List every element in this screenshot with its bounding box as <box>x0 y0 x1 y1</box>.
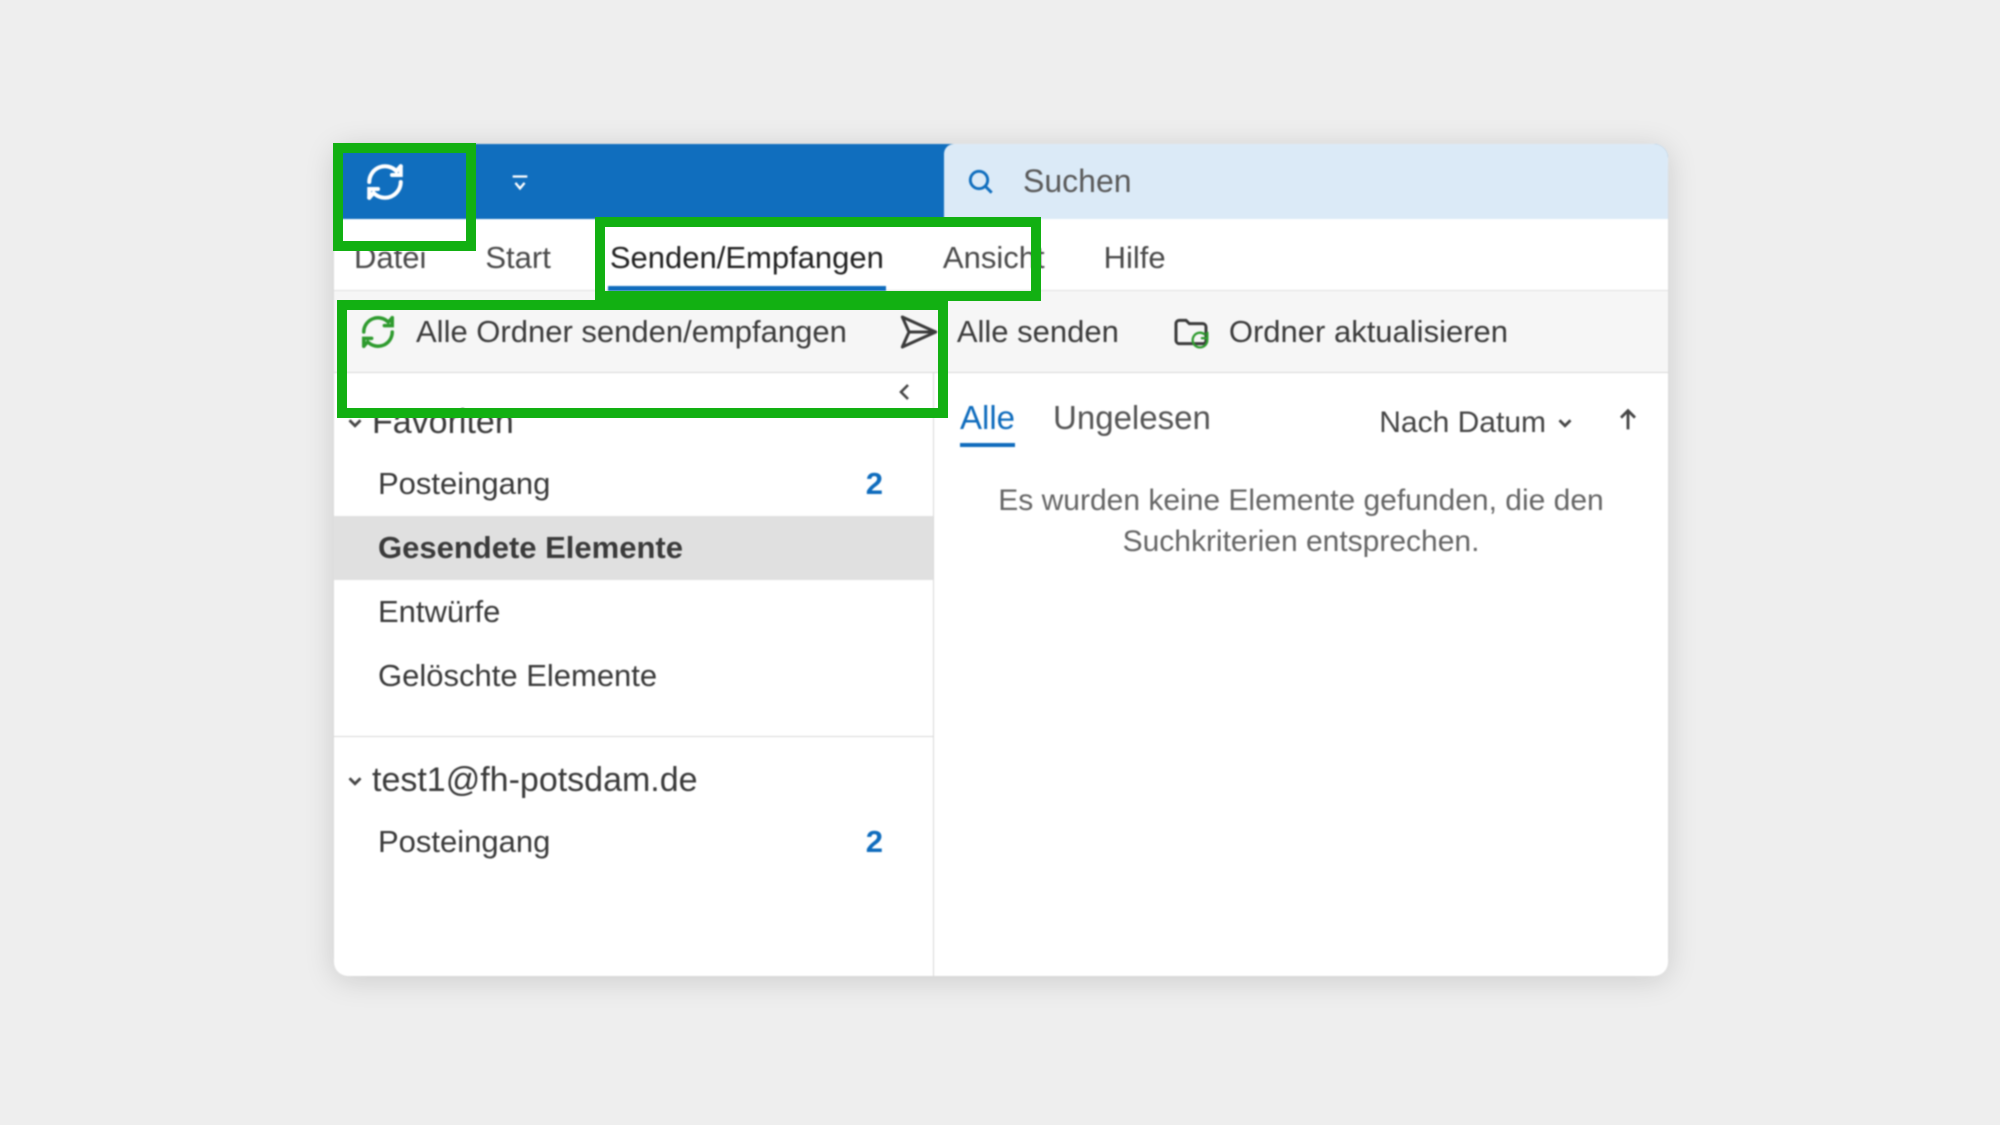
sync-icon <box>358 312 398 352</box>
ribbon-toolbar: Alle Ordner senden/empfangen Alle senden <box>334 291 1668 373</box>
empty-message: Es wurden keine Elemente gefunden, die d… <box>960 481 1642 562</box>
favorites-label: Favoriten <box>372 403 514 442</box>
folder-label: Posteingang <box>378 824 550 860</box>
filter-unread[interactable]: Ungelesen <box>1053 399 1211 447</box>
folder-label: Gesendete Elemente <box>378 530 683 566</box>
tab-ansicht[interactable]: Ansicht <box>941 226 1047 290</box>
tab-senden-empfangen[interactable]: Senden/Empfangen <box>608 226 886 290</box>
sort-dropdown[interactable]: Nach Datum <box>1379 406 1576 440</box>
search-placeholder: Suchen <box>1023 163 1132 200</box>
sort-direction-button[interactable] <box>1614 405 1642 442</box>
title-bar: Suchen <box>334 144 1668 219</box>
arrow-up-icon <box>1614 406 1642 434</box>
unread-count: 2 <box>866 466 883 502</box>
filter-all[interactable]: Alle <box>960 399 1015 447</box>
chevron-down-icon <box>1554 412 1576 434</box>
account-header[interactable]: test1@fh-potsdam.de <box>334 745 933 810</box>
send-all-label: Alle senden <box>957 314 1119 350</box>
send-all-button[interactable]: Alle senden <box>893 304 1125 360</box>
search-bar[interactable]: Suchen <box>944 144 1668 219</box>
empty-line-1: Es wurden keine Elemente gefunden, die d… <box>960 481 1642 522</box>
ribbon-tabs: Datei Start Senden/Empfangen Ansicht Hil… <box>334 219 1668 291</box>
chevron-down-icon <box>344 412 366 434</box>
sort-label: Nach Datum <box>1379 406 1546 440</box>
tab-start[interactable]: Start <box>483 226 552 290</box>
send-icon <box>899 312 939 352</box>
empty-line-2: Suchkriterien entsprechen. <box>960 522 1642 563</box>
folder-label: Gelöschte Elemente <box>378 658 657 694</box>
folder-inbox-account[interactable]: Posteingang 2 <box>334 810 933 874</box>
tab-datei[interactable]: Datei <box>352 226 428 290</box>
folder-nav: Favoriten Posteingang 2 Gesendete Elemen… <box>334 373 934 976</box>
folder-sent[interactable]: Gesendete Elemente <box>334 516 933 580</box>
search-icon <box>964 165 998 199</box>
tab-hilfe[interactable]: Hilfe <box>1102 226 1168 290</box>
folder-inbox[interactable]: Posteingang 2 <box>334 452 933 516</box>
outlook-window: Suchen Datei Start Senden/Empfangen Ansi… <box>334 144 1668 976</box>
title-bar-left <box>334 144 944 219</box>
body: Favoriten Posteingang 2 Gesendete Elemen… <box>334 373 1668 976</box>
favorites-header[interactable]: Favoriten <box>334 373 933 452</box>
folder-label: Entwürfe <box>378 594 500 630</box>
message-list-pane: Alle Ungelesen Nach Datum <box>934 373 1668 976</box>
collapse-nav-icon[interactable] <box>893 379 917 411</box>
sync-icon[interactable] <box>364 161 406 203</box>
send-receive-all-label: Alle Ordner senden/empfangen <box>416 314 847 350</box>
update-folder-button[interactable]: Ordner aktualisieren <box>1165 304 1514 360</box>
folder-label: Posteingang <box>378 466 550 502</box>
filter-row: Alle Ungelesen Nach Datum <box>960 399 1642 447</box>
folder-refresh-icon <box>1171 312 1211 352</box>
folder-drafts[interactable]: Entwürfe <box>334 580 933 644</box>
unread-count: 2 <box>866 824 883 860</box>
account-label: test1@fh-potsdam.de <box>372 761 698 800</box>
chevron-down-icon <box>344 770 366 792</box>
dropdown-icon[interactable] <box>506 168 534 196</box>
folder-deleted[interactable]: Gelöschte Elemente <box>334 644 933 708</box>
update-folder-label: Ordner aktualisieren <box>1229 314 1508 350</box>
send-receive-all-button[interactable]: Alle Ordner senden/empfangen <box>352 304 853 360</box>
nav-separator <box>334 736 933 737</box>
